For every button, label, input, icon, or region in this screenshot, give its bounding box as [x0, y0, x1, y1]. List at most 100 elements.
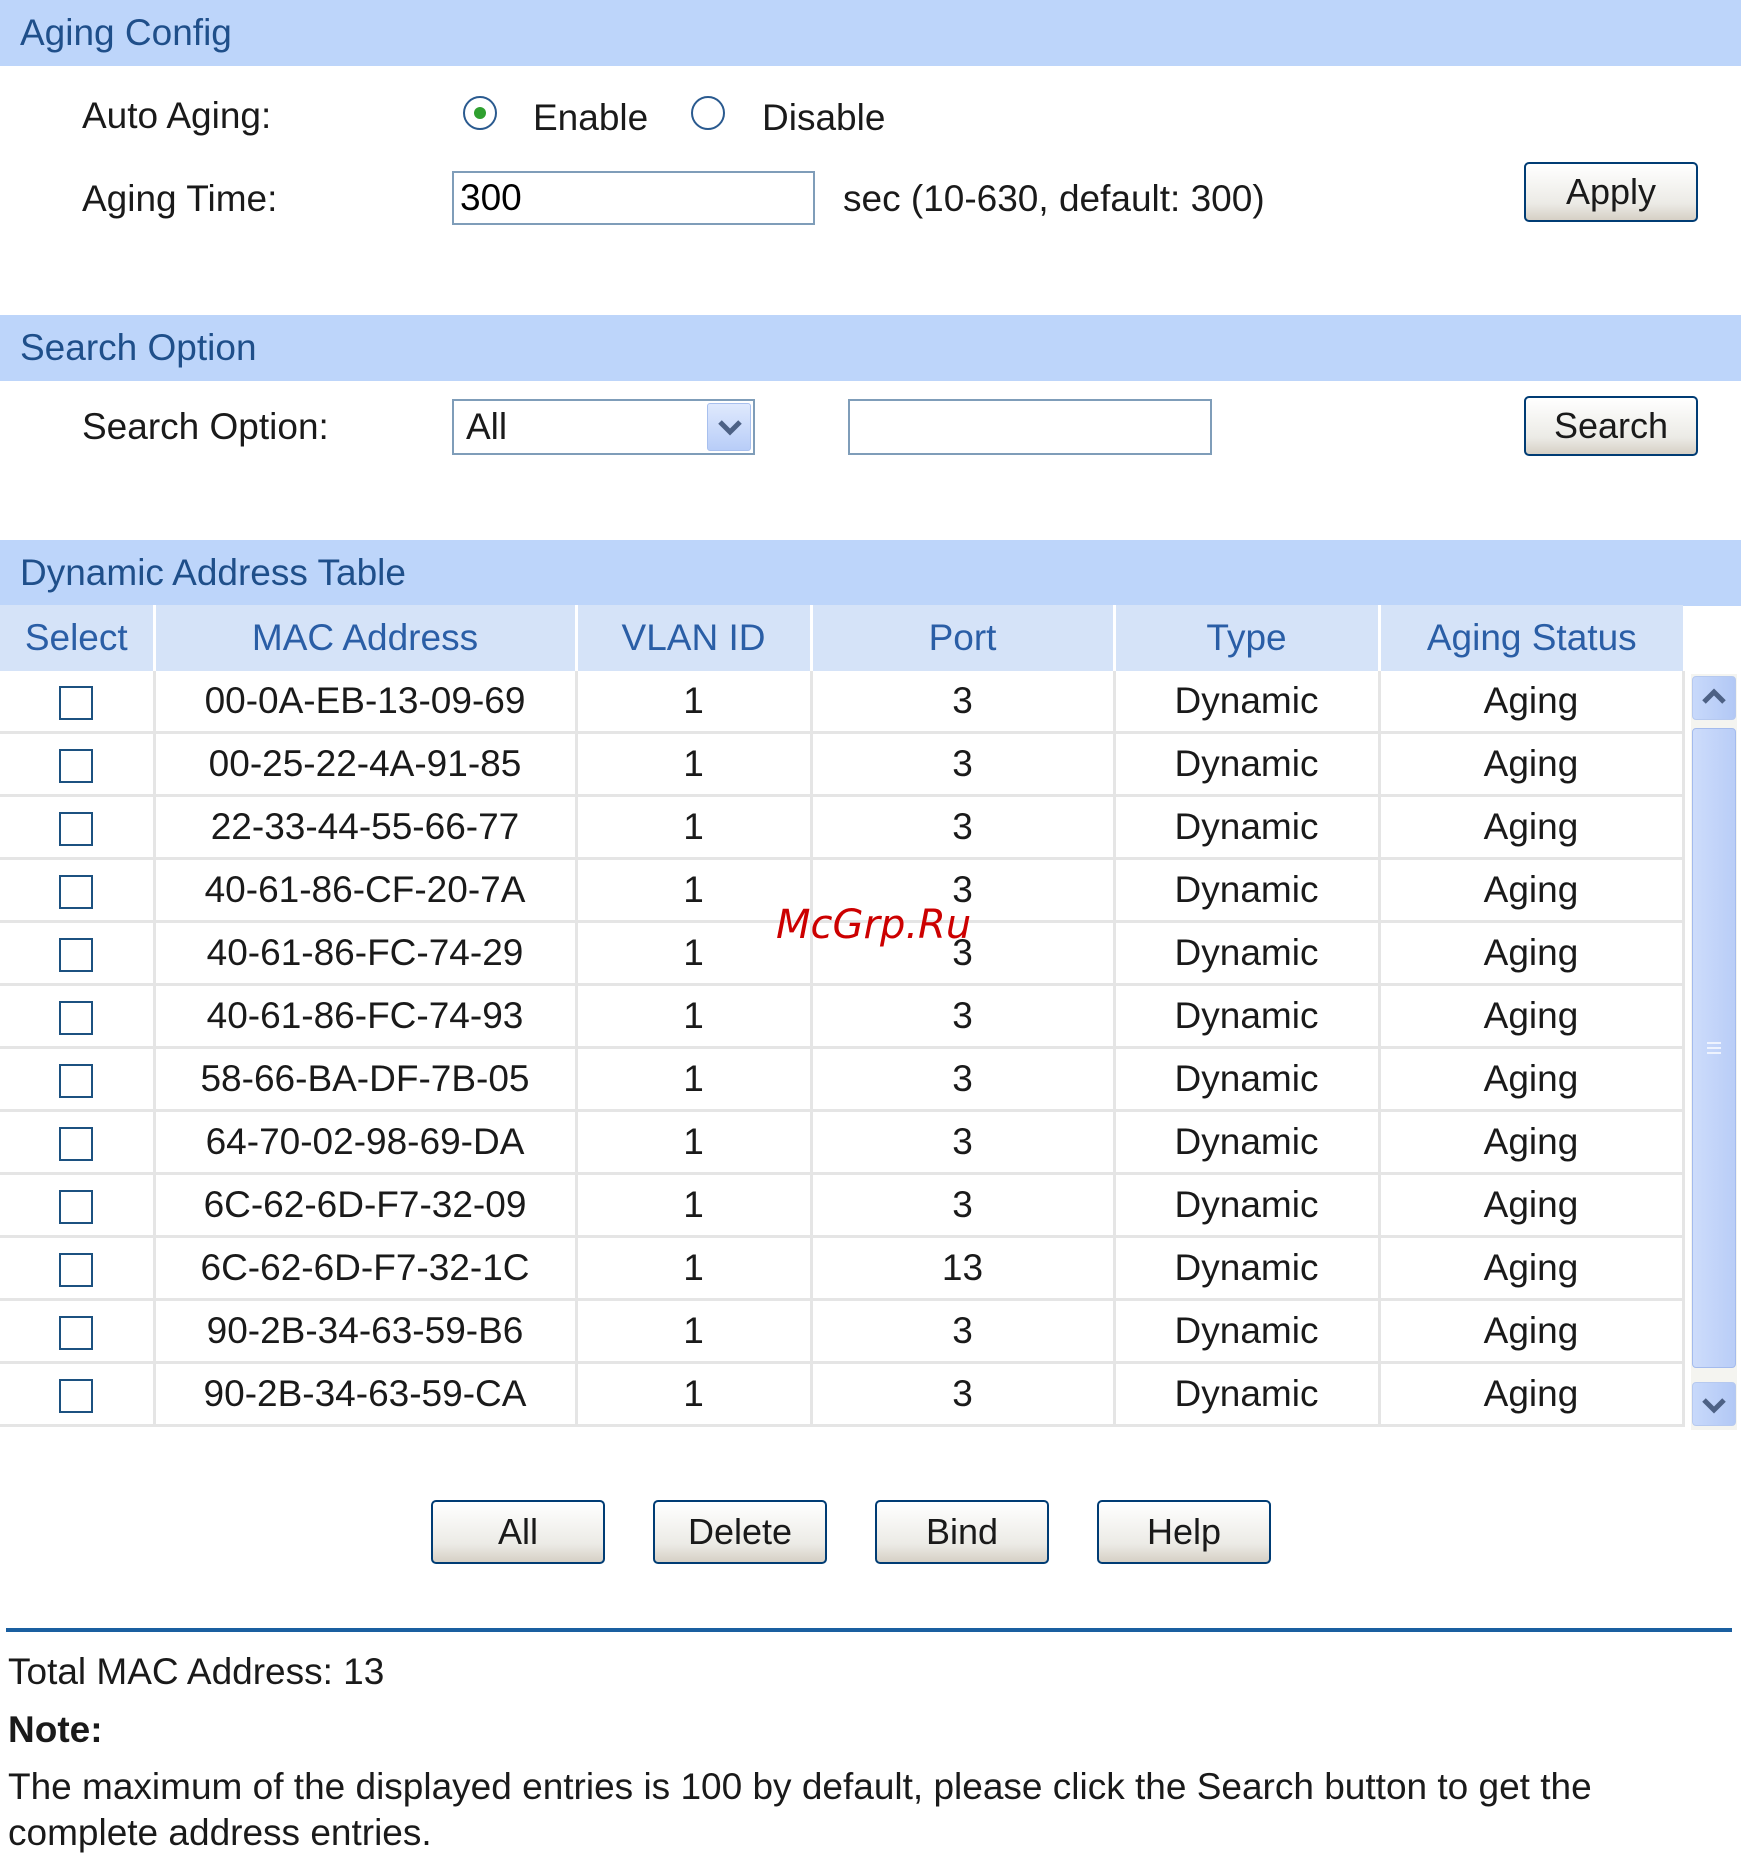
row-select-checkbox[interactable] — [59, 1253, 94, 1288]
search-option-select[interactable]: All — [452, 399, 755, 455]
table-row: 40-61-86-FC-74-93 1 3 Dynamic Aging — [0, 984, 1685, 1049]
select-all-button[interactable]: All — [431, 1500, 605, 1564]
search-text-input[interactable] — [848, 399, 1212, 455]
table-row: 90-2B-34-63-59-CA 1 3 Dynamic Aging — [0, 1362, 1685, 1427]
type-cell: Dynamic — [1114, 1236, 1381, 1301]
grip-icon — [1707, 1042, 1721, 1054]
port-cell: 13 — [811, 1236, 1116, 1301]
column-header-select: Select — [0, 605, 156, 671]
mac-address-cell: 00-0A-EB-13-09-69 — [154, 671, 578, 734]
row-select-checkbox[interactable] — [59, 1190, 94, 1225]
row-select-checkbox[interactable] — [59, 875, 94, 910]
aging-time-label: Aging Time: — [82, 178, 278, 219]
bind-button[interactable]: Bind — [875, 1500, 1049, 1564]
type-cell: Dynamic — [1114, 1047, 1381, 1112]
scroll-thumb[interactable] — [1692, 728, 1736, 1368]
port-cell: 3 — [811, 1047, 1116, 1112]
aging-status-cell: Aging — [1379, 1110, 1685, 1175]
row-select-checkbox[interactable] — [59, 938, 94, 973]
port-cell: 3 — [811, 984, 1116, 1049]
mac-address-cell: 6C-62-6D-F7-32-1C — [154, 1236, 578, 1301]
aging-time-hint: sec (10-630, default: 300) — [843, 178, 1265, 219]
port-cell: 3 — [811, 1362, 1116, 1427]
vlan-id-cell: 1 — [576, 1047, 813, 1112]
vlan-id-cell: 1 — [576, 1362, 813, 1427]
enable-label: Enable — [533, 97, 649, 138]
aging-status-cell: Aging — [1379, 1173, 1685, 1238]
mac-address-cell: 40-61-86-FC-74-29 — [154, 921, 578, 986]
port-cell: 3 — [811, 795, 1116, 860]
note-text: The maximum of the displayed entries is … — [8, 1766, 1592, 1853]
search-option-selected: All — [466, 406, 508, 447]
type-cell: Dynamic — [1114, 1173, 1381, 1238]
disable-radio[interactable] — [691, 96, 725, 130]
type-cell: Dynamic — [1114, 1362, 1381, 1427]
chevron-down-icon — [1702, 1398, 1726, 1414]
search-option-header: Search Option — [0, 315, 1741, 381]
mac-address-cell: 58-66-BA-DF-7B-05 — [154, 1047, 578, 1112]
delete-button[interactable]: Delete — [653, 1500, 827, 1564]
aging-status-cell: Aging — [1379, 795, 1685, 860]
radio-selected-dot — [474, 107, 486, 119]
row-select-checkbox[interactable] — [59, 1379, 94, 1414]
mac-address-cell: 6C-62-6D-F7-32-09 — [154, 1173, 578, 1238]
table-row: 6C-62-6D-F7-32-09 1 3 Dynamic Aging — [0, 1173, 1685, 1238]
vlan-id-cell: 1 — [576, 984, 813, 1049]
port-cell: 3 — [811, 671, 1116, 734]
vlan-id-cell: 1 — [576, 732, 813, 797]
row-select-checkbox[interactable] — [59, 686, 94, 721]
scroll-up-button[interactable] — [1692, 676, 1736, 720]
help-button[interactable]: Help — [1097, 1500, 1271, 1564]
type-cell: Dynamic — [1114, 795, 1381, 860]
port-cell: 3 — [811, 732, 1116, 797]
aging-status-cell: Aging — [1379, 1047, 1685, 1112]
dynamic-address-table: Select MAC Address VLAN ID Port Type Agi… — [0, 605, 1685, 1427]
aging-status-cell: Aging — [1379, 732, 1685, 797]
row-select-checkbox[interactable] — [59, 1127, 94, 1162]
table-row: 6C-62-6D-F7-32-1C 1 13 Dynamic Aging — [0, 1236, 1685, 1301]
chevron-up-icon — [1702, 688, 1726, 704]
dynamic-address-table-header: Dynamic Address Table — [0, 540, 1741, 606]
mac-address-cell: 00-25-22-4A-91-85 — [154, 732, 578, 797]
table-row: 90-2B-34-63-59-B6 1 3 Dynamic Aging — [0, 1299, 1685, 1364]
footer-divider — [6, 1628, 1732, 1632]
row-select-checkbox[interactable] — [59, 1001, 94, 1036]
vlan-id-cell: 1 — [576, 671, 813, 734]
apply-button[interactable]: Apply — [1524, 162, 1698, 222]
mac-address-cell: 22-33-44-55-66-77 — [154, 795, 578, 860]
column-header-vlan-id: VLAN ID — [576, 605, 813, 671]
search-button[interactable]: Search — [1524, 396, 1698, 456]
aging-time-input[interactable] — [452, 171, 815, 225]
row-select-checkbox[interactable] — [59, 1064, 94, 1099]
table-row: 22-33-44-55-66-77 1 3 Dynamic Aging — [0, 795, 1685, 860]
mac-address-cell: 40-61-86-FC-74-93 — [154, 984, 578, 1049]
aging-status-cell: Aging — [1379, 1236, 1685, 1301]
mac-address-cell: 90-2B-34-63-59-CA — [154, 1362, 578, 1427]
row-select-checkbox[interactable] — [59, 1316, 94, 1351]
column-header-type: Type — [1114, 605, 1381, 671]
total-mac-address: Total MAC Address: 13 — [8, 1651, 385, 1692]
aging-status-cell: Aging — [1379, 1299, 1685, 1364]
type-cell: Dynamic — [1114, 858, 1381, 923]
row-select-checkbox[interactable] — [59, 812, 94, 847]
port-cell: 3 — [811, 1173, 1116, 1238]
column-header-aging-status: Aging Status — [1379, 605, 1683, 671]
table-row: 58-66-BA-DF-7B-05 1 3 Dynamic Aging — [0, 1047, 1685, 1112]
watermark: McGrp.Ru — [776, 902, 972, 948]
scroll-down-button[interactable] — [1692, 1382, 1736, 1426]
column-header-mac-address: MAC Address — [154, 605, 578, 671]
table-scrollbar[interactable] — [1691, 674, 1737, 1430]
aging-status-cell: Aging — [1379, 671, 1685, 734]
vlan-id-cell: 1 — [576, 1299, 813, 1364]
enable-radio[interactable] — [463, 96, 497, 130]
auto-aging-label: Auto Aging: — [82, 95, 272, 136]
column-header-port: Port — [811, 605, 1116, 671]
mac-address-cell: 40-61-86-CF-20-7A — [154, 858, 578, 923]
type-cell: Dynamic — [1114, 1299, 1381, 1364]
type-cell: Dynamic — [1114, 732, 1381, 797]
port-cell: 3 — [811, 1110, 1116, 1175]
chevron-down-icon[interactable] — [707, 403, 751, 451]
row-select-checkbox[interactable] — [59, 749, 94, 784]
aging-status-cell: Aging — [1379, 984, 1685, 1049]
type-cell: Dynamic — [1114, 1110, 1381, 1175]
